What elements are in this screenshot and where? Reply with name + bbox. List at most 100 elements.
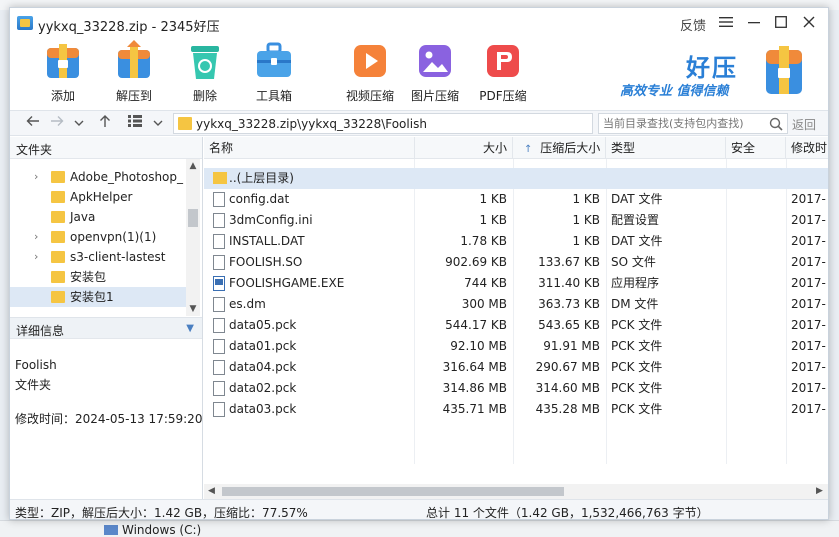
address-bar: yykxq_33228.zip\yykxq_33228\Foolish 返回 [10,110,828,136]
up-level-icon[interactable] [96,114,114,132]
background-drive-item: Windows (C:) [104,523,201,537]
file-name: data02.pck [229,381,297,395]
file-size: 1.78 KB [460,234,507,248]
scrollbar-thumb[interactable] [188,209,198,227]
column-header-packed-size[interactable]: ↑ 压缩后大小 [513,137,606,159]
details-header[interactable]: 详细信息 ▼ [10,317,202,339]
status-total-info: 总计 11 个文件（1.42 GB，1,532,466,763 字节） [426,506,709,520]
scroll-right-icon[interactable]: ▶ [816,486,823,496]
file-packed-size: 314.60 MB [535,381,600,395]
table-row-parent-directory[interactable]: ..(上层目录) [204,168,828,189]
close-icon[interactable] [798,13,820,33]
tree-item-install-package[interactable]: 安装包 [10,267,186,287]
status-archive-info: 类型：ZIP，解压后大小：1.42 GB，压缩比：77.57% [15,506,308,520]
pdf-compress-button[interactable]: PDF压缩 [475,40,531,106]
table-row[interactable]: data01.pck 92.10 MB 91.91 MB PCK 文件 2017- [204,336,828,357]
tree-item-s3-client[interactable]: › s3-client-lastest [10,247,186,267]
file-type: PCK 文件 [611,360,663,374]
file-size: 435.71 MB [442,402,507,416]
file-icon [213,402,225,417]
scrollbar-thumb[interactable] [222,487,564,496]
toolbox-button[interactable]: 工具箱 [246,40,302,106]
table-row[interactable]: es.dm 300 MB 363.73 KB DM 文件 2017- [204,294,828,315]
column-header-modified[interactable]: 修改时 [786,137,828,159]
file-icon [213,360,225,375]
file-modified: 2017- [791,402,826,416]
delete-button[interactable]: 删除 [177,40,233,106]
file-packed-size: 311.40 KB [538,276,600,290]
feedback-button[interactable]: 反馈 [680,15,706,34]
file-type: DAT 文件 [611,192,663,206]
column-header-size[interactable]: 大小 [415,137,513,159]
folder-icon [51,171,65,183]
scroll-left-icon[interactable]: ◀ [208,486,215,496]
add-archive-icon [43,40,83,82]
file-packed-size: 435.28 MB [535,402,600,416]
view-mode-dropdown-icon[interactable] [149,114,167,132]
expand-arrow-icon[interactable]: › [34,167,44,187]
path-field[interactable]: yykxq_33228.zip\yykxq_33228\Foolish [173,113,593,134]
file-packed-size: 290.67 MB [535,360,600,374]
file-type: DAT 文件 [611,234,663,248]
detail-modified: 修改时间：2024-05-13 17:59:20 [15,412,203,426]
scroll-up-icon[interactable]: ▲ [188,161,198,171]
history-dropdown-icon[interactable] [70,114,88,132]
file-type: PCK 文件 [611,318,663,332]
app-logo-icon [17,16,33,30]
file-name: FOOLISH.SO [229,255,303,269]
minimize-icon[interactable] [743,13,765,33]
scroll-down-icon[interactable]: ▼ [188,304,198,314]
table-row[interactable]: 3dmConfig.ini 1 KB 1 KB 配置设置 2017- [204,210,828,231]
file-list-horizontal-scrollbar[interactable]: ◀ ▶ [204,484,828,499]
back-button[interactable]: 返回 [792,116,816,133]
table-row[interactable]: FOOLISHGAME.EXE 744 KB 311.40 KB 应用程序 2017- [204,273,828,294]
table-row[interactable]: data05.pck 544.17 KB 543.65 KB PCK 文件 2017- [204,315,828,336]
file-size: 314.86 MB [442,381,507,395]
add-button[interactable]: 添加 [35,40,91,106]
file-size: 1 KB [479,213,507,227]
tree-item-java[interactable]: Java [10,207,186,227]
folder-tree-scrollbar[interactable]: ▲ ▼ [186,159,200,316]
archive-logo-icon [762,42,806,98]
hamburger-icon[interactable] [715,13,737,33]
table-row[interactable]: config.dat 1 KB 1 KB DAT 文件 2017- [204,189,828,210]
file-icon [213,234,225,249]
tree-item-adobe-photoshop[interactable]: › Adobe_Photoshop_ [10,167,186,187]
table-row[interactable]: INSTALL.DAT 1.78 KB 1 KB DAT 文件 2017- [204,231,828,252]
file-icon [213,318,225,333]
tree-item-openvpn[interactable]: › openvpn(1)(1) [10,227,186,247]
column-header-type[interactable]: 类型 [606,137,726,159]
drive-icon [104,525,118,535]
back-arrow-icon[interactable] [24,114,42,132]
file-modified: 2017- [791,234,826,248]
search-icon[interactable] [769,117,783,131]
file-name: INSTALL.DAT [229,234,305,248]
view-mode-icon[interactable] [126,114,144,132]
file-name: FOOLISHGAME.EXE [229,276,345,290]
file-modified: 2017- [791,192,826,206]
table-row[interactable]: data03.pck 435.71 MB 435.28 MB PCK 文件 2017- [204,399,828,420]
tree-item-install-package-1[interactable]: 安装包1 [10,287,186,307]
search-box[interactable] [598,113,788,134]
forward-arrow-icon[interactable] [48,114,66,132]
file-type: PCK 文件 [611,402,663,416]
maximize-icon[interactable] [770,13,792,33]
table-row[interactable]: FOOLISH.SO 902.69 KB 133.67 KB SO 文件 2017- [204,252,828,273]
collapse-caret-icon[interactable]: ▼ [186,323,194,334]
video-compress-button[interactable]: 视频压缩 [342,40,398,106]
table-row[interactable]: data02.pck 314.86 MB 314.60 MB PCK 文件 2017- [204,378,828,399]
toolbox-icon [254,40,294,82]
file-name: data01.pck [229,339,297,353]
file-packed-size: 1 KB [572,192,600,206]
search-input[interactable] [603,116,763,131]
extract-to-button[interactable]: 解压到 [106,40,162,106]
column-header-name[interactable]: 名称 [204,137,415,159]
expand-arrow-icon[interactable]: › [34,227,44,247]
file-type: PCK 文件 [611,339,663,353]
table-row[interactable]: data04.pck 316.64 MB 290.67 MB PCK 文件 2017- [204,357,828,378]
file-type: 应用程序 [611,276,660,290]
column-header-security[interactable]: 安全 [726,137,786,159]
expand-arrow-icon[interactable]: › [34,247,44,267]
image-compress-button[interactable]: 图片压缩 [407,40,463,106]
tree-item-apkhelper[interactable]: ApkHelper [10,187,186,207]
